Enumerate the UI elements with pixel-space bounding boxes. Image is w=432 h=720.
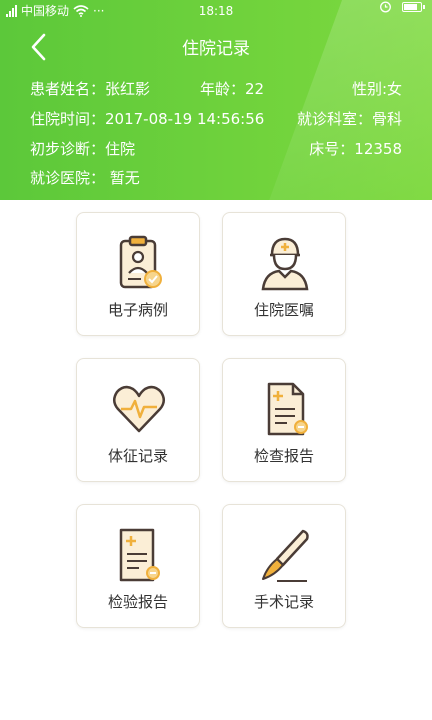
menu-card-surgery[interactable]: 手术记录 — [222, 504, 346, 628]
menu-label: 检查报告 — [253, 447, 314, 465]
menu-card-vitals[interactable]: 体征记录 — [76, 358, 200, 482]
menu-card-medical-record[interactable]: 电子病例 — [76, 212, 200, 336]
lab-report-icon — [119, 528, 160, 582]
scalpel-icon — [262, 529, 309, 582]
menu-label: 体征记录 — [107, 447, 168, 465]
page-title: 住院记录 — [182, 39, 250, 59]
patient-name: 患者姓名：张红影 — [30, 80, 151, 98]
clipboard-avatar-icon — [119, 235, 162, 289]
patient-gender: 性别:女 — [351, 80, 402, 98]
menu-label: 住院医嘱 — [253, 301, 314, 319]
patient-age: 年龄：22 — [200, 80, 265, 98]
admit-time: 住院时间：2017-08-19 14:56:56 — [30, 110, 265, 128]
header: 中国移动 ··· 18:18 住院记录 患者姓名：张红影 年龄：22 性别:女 … — [0, 0, 432, 200]
menu-label: 手术记录 — [253, 593, 314, 611]
battery-icon — [402, 1, 425, 12]
menu-card-lab-report[interactable]: 检验报告 — [76, 504, 200, 628]
diagnosis: 初步诊断：住院 — [30, 140, 136, 158]
menu-card-exam-report[interactable]: 检查报告 — [222, 358, 346, 482]
alarm-icon — [380, 1, 391, 13]
department: 就诊科室：骨科 — [296, 110, 402, 128]
bed-number: 床号：12358 — [309, 140, 402, 158]
hospital: 就诊医院： 暂无 — [30, 169, 140, 187]
heart-pulse-icon — [113, 385, 165, 433]
report-document-icon — [267, 382, 308, 436]
menu-card-orders[interactable]: 住院医嘱 — [222, 212, 346, 336]
menu-label: 检验报告 — [107, 593, 168, 611]
doctor-icon — [261, 237, 309, 291]
menu-label: 电子病例 — [107, 301, 168, 319]
clock: 18:18 — [198, 4, 234, 18]
status-bar: 中国移动 ··· 18:18 — [0, 0, 432, 22]
